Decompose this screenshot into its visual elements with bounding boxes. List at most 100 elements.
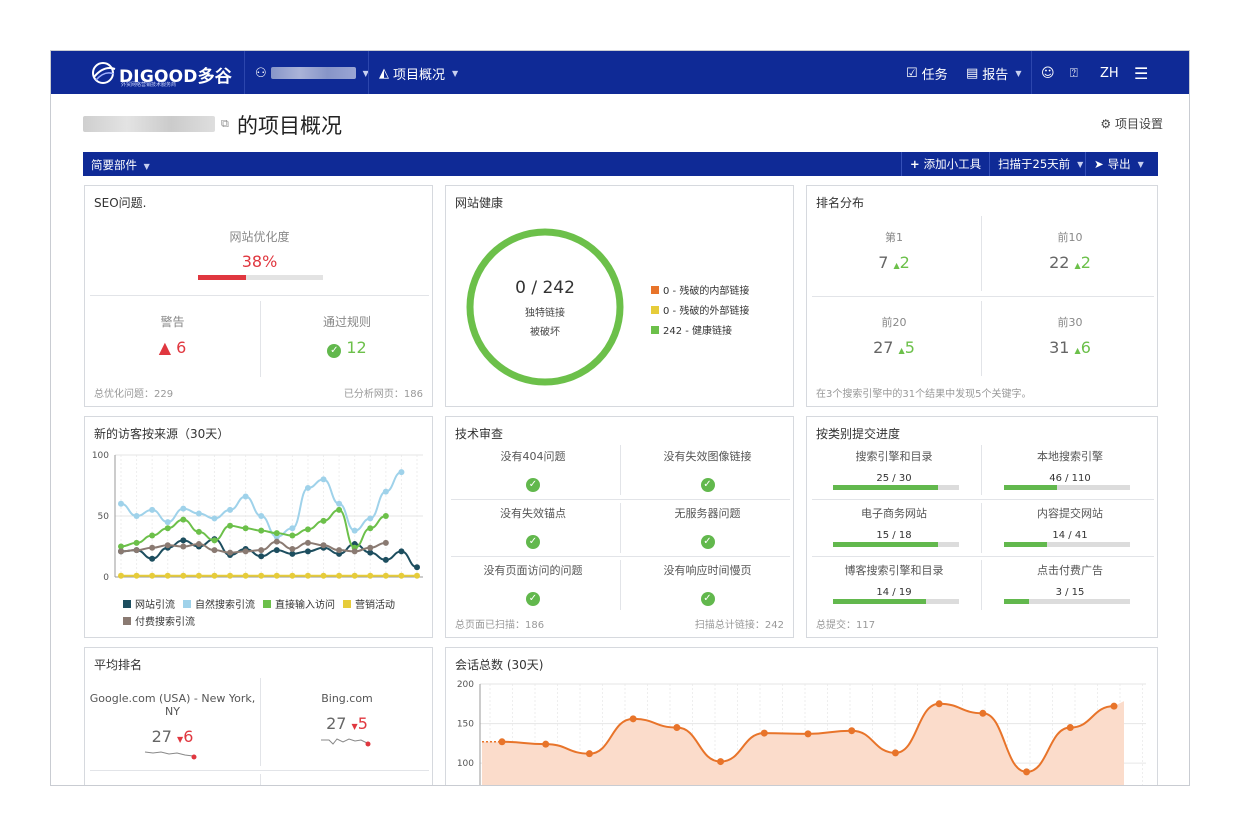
data-point[interactable]	[848, 727, 856, 735]
data-point[interactable]	[304, 539, 311, 546]
data-point[interactable]	[382, 513, 389, 519]
submit-item[interactable]: 博客搜索引擎和目录 14 / 19	[807, 562, 981, 598]
data-point[interactable]	[180, 572, 187, 579]
data-point[interactable]	[289, 532, 296, 539]
data-point[interactable]	[382, 572, 389, 579]
data-point[interactable]	[382, 539, 389, 546]
data-point[interactable]	[367, 525, 374, 532]
data-point[interactable]	[258, 547, 265, 554]
data-point[interactable]	[351, 572, 358, 579]
data-point[interactable]	[149, 555, 156, 562]
submit-item[interactable]: 本地搜索引擎 46 / 110	[981, 448, 1159, 484]
data-point[interactable]	[398, 548, 405, 555]
summary-widgets-menu[interactable]: 简要部件 ▼	[91, 157, 150, 173]
data-point[interactable]	[133, 513, 140, 519]
data-point[interactable]	[304, 484, 311, 491]
account-menu[interactable]: ⚇ ▼	[255, 63, 369, 83]
data-point[interactable]	[367, 572, 374, 579]
data-point[interactable]	[133, 539, 140, 546]
legend-item[interactable]: 付费搜索引流	[123, 613, 195, 628]
data-point[interactable]	[498, 738, 506, 746]
data-point[interactable]	[382, 488, 389, 495]
data-point[interactable]	[273, 538, 280, 545]
profile-button[interactable]: ☺	[1041, 63, 1055, 83]
data-point[interactable]	[195, 541, 202, 548]
submit-item[interactable]: 点击付费广告 3 / 15	[981, 562, 1159, 598]
language-switch[interactable]: ZH	[1100, 63, 1119, 83]
data-point[interactable]	[320, 476, 327, 483]
data-point[interactable]	[760, 729, 768, 737]
data-point[interactable]	[351, 527, 358, 534]
data-point[interactable]	[242, 572, 249, 579]
data-point[interactable]	[242, 493, 249, 500]
data-point[interactable]	[164, 519, 171, 526]
data-point[interactable]	[149, 506, 156, 513]
logo[interactable]: DIGOOD多谷 外贸网络营销技术服务商	[91, 59, 232, 88]
data-point[interactable]	[367, 515, 374, 522]
data-point[interactable]	[133, 572, 140, 579]
data-point[interactable]	[336, 500, 343, 507]
data-point[interactable]	[414, 564, 420, 571]
menu-button[interactable]: ☰	[1134, 63, 1148, 83]
data-point[interactable]	[227, 572, 234, 579]
data-point[interactable]	[414, 572, 420, 579]
data-point[interactable]	[180, 516, 187, 523]
data-point[interactable]	[336, 506, 343, 513]
data-point[interactable]	[118, 572, 124, 579]
data-point[interactable]	[336, 572, 343, 579]
data-point[interactable]	[149, 532, 156, 539]
data-point[interactable]	[227, 506, 234, 513]
data-point[interactable]	[227, 522, 234, 529]
data-point[interactable]	[258, 527, 265, 534]
data-point[interactable]	[289, 525, 296, 532]
help-button[interactable]: ⍰	[1070, 63, 1078, 83]
scan-menu[interactable]: 扫描于25天前 ▼	[989, 152, 1091, 176]
data-point[interactable]	[804, 730, 812, 738]
data-point[interactable]	[304, 526, 311, 533]
reports-menu[interactable]: ▤ 报告 ▼	[966, 63, 1021, 83]
data-point[interactable]	[149, 544, 156, 551]
data-point[interactable]	[195, 572, 202, 579]
data-point[interactable]	[258, 572, 265, 579]
tasks-link[interactable]: ☑ 任务	[906, 63, 948, 83]
data-point[interactable]	[367, 544, 374, 551]
copy-icon[interactable]: ⧉	[221, 117, 229, 131]
data-point[interactable]	[273, 547, 280, 554]
data-point[interactable]	[289, 545, 296, 552]
data-point[interactable]	[273, 530, 280, 537]
data-point[interactable]	[673, 724, 681, 732]
data-point[interactable]	[1066, 724, 1074, 732]
data-point[interactable]	[320, 542, 327, 549]
bing-rank[interactable]: Bing.com 27 ▼5	[260, 692, 434, 755]
data-point[interactable]	[1110, 702, 1118, 710]
data-point[interactable]	[164, 525, 171, 532]
passed-rules-stat[interactable]: 通过规则 ✓ 12	[260, 313, 434, 358]
google-rank[interactable]: Google.com (USA) - New York, NY 27 ▼6	[85, 692, 260, 768]
data-point[interactable]	[304, 572, 311, 579]
data-point[interactable]	[133, 547, 140, 554]
legend-item[interactable]: 营销活动	[343, 596, 395, 611]
data-point[interactable]	[398, 572, 405, 579]
data-point[interactable]	[382, 556, 389, 563]
data-point[interactable]	[164, 572, 171, 579]
data-point[interactable]	[891, 749, 899, 757]
data-point[interactable]	[164, 542, 171, 549]
data-point[interactable]	[717, 758, 725, 766]
data-point[interactable]	[180, 537, 187, 544]
project-settings-link[interactable]: ⚙ 项目设置	[1100, 115, 1163, 132]
submit-item[interactable]: 搜索引擎和目录 25 / 30	[807, 448, 981, 484]
data-point[interactable]	[935, 700, 943, 708]
data-point[interactable]	[585, 750, 593, 758]
data-point[interactable]	[336, 547, 343, 554]
add-widget-button[interactable]: + 添加小工具	[901, 152, 989, 176]
data-point[interactable]	[273, 572, 280, 579]
data-point[interactable]	[211, 547, 218, 554]
data-point[interactable]	[258, 553, 265, 560]
legend-item[interactable]: 直接输入访问	[263, 596, 335, 611]
data-point[interactable]	[320, 572, 327, 579]
data-point[interactable]	[304, 548, 311, 555]
data-point[interactable]	[242, 548, 249, 555]
data-point[interactable]	[118, 500, 124, 507]
data-point[interactable]	[258, 513, 265, 519]
data-point[interactable]	[211, 515, 218, 522]
